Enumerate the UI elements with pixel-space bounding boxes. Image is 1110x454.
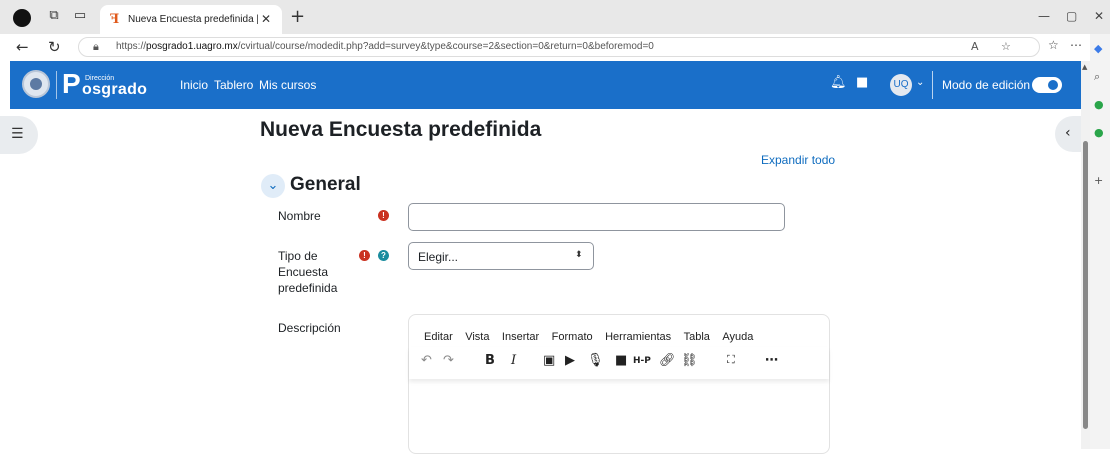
section-collapse-chevron-icon[interactable]: ⌄: [261, 174, 285, 198]
chevron-left-icon: ‹: [1065, 125, 1071, 141]
editor-toolbar: ↶ ↷ B I ▣ ▶ 🎙︎ ■ H-P 🔗︎ ⛓︎ ⛶ ⋯: [409, 347, 829, 379]
favorites-icon[interactable]: ☆: [1048, 38, 1059, 52]
h5p-icon[interactable]: H-P: [633, 356, 651, 366]
back-icon[interactable]: ←: [16, 38, 29, 56]
tipo-label: Tipo de Encuesta predefinida: [278, 248, 337, 296]
whatsapp-icon[interactable]: ●: [1094, 126, 1104, 139]
menu-ayuda[interactable]: Ayuda: [722, 331, 753, 343]
logo-divider: [56, 71, 57, 99]
browser-tab-strip: ⧉ ▭ ꟻ Nueva Encuesta predefinida | CC ✕ …: [0, 0, 1110, 34]
select-value: Elegir...: [418, 250, 459, 264]
select-caret-icon: ⬍: [575, 250, 583, 260]
italic-icon[interactable]: I: [511, 353, 516, 368]
tab-actions-icon[interactable]: ▭: [72, 8, 88, 24]
toggle-knob: [1048, 80, 1058, 90]
menu-insertar[interactable]: Insertar: [502, 331, 539, 343]
navbar-divider: [932, 71, 933, 99]
lock-icon: 🔒︎: [93, 40, 99, 53]
window-close-icon[interactable]: ✕: [1094, 9, 1104, 23]
add-sidebar-app-icon[interactable]: +: [1094, 174, 1103, 187]
nav-link-inicio[interactable]: Inicio: [180, 78, 208, 92]
restore-icon[interactable]: ▢: [1066, 9, 1077, 23]
university-seal-icon[interactable]: [22, 70, 50, 98]
nombre-input[interactable]: [408, 203, 785, 231]
menu-herramientas[interactable]: Herramientas: [605, 331, 671, 343]
chevron-down-icon[interactable]: ⌄: [916, 77, 924, 88]
redo-icon[interactable]: ↷: [443, 353, 454, 368]
bold-icon[interactable]: B: [485, 353, 495, 368]
edit-mode-label: Modo de edición: [942, 78, 1031, 92]
notifications-bell-icon[interactable]: 🔔︎: [830, 75, 847, 90]
required-icon: !: [359, 250, 370, 261]
menu-vista[interactable]: Vista: [465, 331, 489, 343]
page-title: Nueva Encuesta predefinida: [260, 118, 542, 141]
read-aloud-icon[interactable]: A: [971, 40, 979, 53]
tipo-label-line3: predefinida: [278, 281, 338, 295]
url-field[interactable]: 🔒︎ https://posgrado1.uagro.mx/cvirtual/c…: [78, 37, 1040, 57]
minimize-icon[interactable]: —: [1038, 9, 1050, 23]
tipo-encuesta-select[interactable]: Elegir... ⬍: [408, 242, 594, 270]
nav-link-mis-cursos[interactable]: Mis cursos: [259, 78, 316, 92]
menu-formato[interactable]: Formato: [552, 331, 593, 343]
undo-icon[interactable]: ↶: [421, 353, 432, 368]
refresh-icon[interactable]: ↻: [48, 38, 61, 56]
scrollbar-thumb[interactable]: [1083, 141, 1088, 429]
page-scrollbar[interactable]: ▲: [1081, 61, 1090, 449]
site-navbar: P Dirección osgrado Inicio Tablero Mis c…: [10, 61, 1081, 109]
more-options-icon[interactable]: ⋯: [1070, 38, 1082, 52]
browser-tab-active[interactable]: ꟻ Nueva Encuesta predefinida | CC ✕: [100, 5, 282, 34]
logo-title: osgrado: [82, 81, 148, 98]
course-index-drawer-button[interactable]: ☰: [0, 116, 38, 154]
section-title-general[interactable]: General: [290, 174, 361, 196]
user-avatar[interactable]: UQ: [890, 74, 912, 96]
image-icon[interactable]: ▣: [543, 353, 555, 368]
address-bar-row: ← ↻ 🔒︎ https://posgrado1.uagro.mx/cvirtu…: [0, 34, 1110, 60]
profile-icon[interactable]: [13, 9, 31, 27]
tipo-label-line2: Encuesta: [278, 265, 329, 279]
scroll-up-icon[interactable]: ▲: [1082, 63, 1087, 71]
video-icon[interactable]: ■: [615, 353, 627, 368]
new-tab-icon[interactable]: +: [290, 6, 305, 27]
favorite-star-icon[interactable]: ☆: [1001, 40, 1011, 53]
menu-tabla[interactable]: Tabla: [684, 331, 710, 343]
browser-sidebar: ◆ ⌕ ● ● +: [1090, 34, 1110, 449]
sidebar-app-icon[interactable]: ●: [1094, 98, 1104, 111]
list-icon: ☰: [11, 126, 24, 142]
menu-editar[interactable]: Editar: [424, 331, 453, 343]
descripcion-label: Descripción: [278, 321, 341, 335]
unlink-icon[interactable]: ⛓︎: [681, 353, 698, 368]
copilot-icon[interactable]: ◆: [1094, 42, 1102, 55]
media-icon[interactable]: ▶: [565, 353, 575, 368]
tab-title: Nueva Encuesta predefinida | CC: [128, 14, 258, 25]
edit-mode-toggle[interactable]: [1032, 77, 1062, 93]
microphone-icon[interactable]: 🎙︎: [587, 353, 604, 368]
help-icon[interactable]: ?: [378, 250, 389, 261]
url-text: https://posgrado1.uagro.mx/cvirtual/cour…: [116, 41, 654, 52]
nav-link-tablero[interactable]: Tablero: [214, 78, 253, 92]
more-icon[interactable]: ⋯: [765, 353, 778, 368]
nombre-label: Nombre: [278, 209, 321, 223]
required-icon: !: [378, 210, 389, 221]
rich-text-editor[interactable]: Editar Vista Insertar Formato Herramient…: [408, 314, 830, 454]
messages-icon[interactable]: ■: [856, 75, 868, 90]
tab-close-icon[interactable]: ✕: [261, 12, 271, 26]
link-icon[interactable]: 🔗︎: [659, 353, 676, 368]
search-icon[interactable]: ⌕: [1094, 70, 1100, 84]
expand-all-link[interactable]: Expandir todo: [761, 153, 835, 167]
logo-letter: P: [62, 68, 81, 99]
editor-menubar: Editar Vista Insertar Formato Herramient…: [424, 327, 761, 345]
fullscreen-icon[interactable]: ⛶: [727, 353, 735, 367]
tipo-label-line1: Tipo de: [278, 249, 318, 263]
site-favicon-icon: ꟻ: [110, 12, 120, 27]
workspaces-icon[interactable]: ⧉: [46, 8, 62, 24]
